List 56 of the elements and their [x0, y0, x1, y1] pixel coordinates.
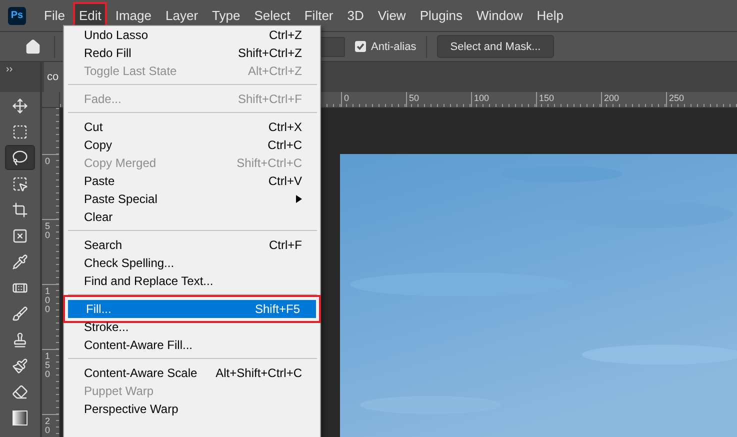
- menu-title[interactable]: Filter: [298, 2, 340, 29]
- menu-title[interactable]: Help: [530, 2, 570, 29]
- lasso-icon: [12, 150, 28, 166]
- frame-icon: [12, 228, 28, 244]
- menu-title[interactable]: Layer: [160, 2, 204, 29]
- selection-icon: [12, 176, 28, 192]
- ruler-label: 250: [669, 93, 684, 103]
- menu-item[interactable]: Content-Aware Fill...: [66, 336, 318, 354]
- ruler-label: 150: [45, 352, 50, 381]
- menu-title[interactable]: Type: [206, 2, 246, 29]
- submenu-arrow-icon: [296, 195, 302, 203]
- menu-item[interactable]: Clear: [66, 208, 318, 226]
- anti-alias-checkbox[interactable]: [355, 41, 366, 52]
- menu-item[interactable]: Redo Fill Shift+Ctrl+Z: [66, 44, 318, 62]
- menu-item[interactable]: Search Ctrl+F: [66, 236, 318, 254]
- menu-title[interactable]: File: [38, 2, 71, 29]
- crop-icon: [12, 202, 28, 218]
- menu-title[interactable]: 3D: [341, 2, 370, 29]
- stamp-icon: [12, 332, 28, 348]
- brush-icon: [12, 358, 28, 374]
- eyedropper-icon: [12, 254, 28, 270]
- move-icon: [12, 98, 28, 114]
- checkbox-label: Anti-alias: [371, 40, 416, 52]
- gradient-icon: [12, 410, 28, 426]
- ruler-label: 0: [344, 93, 350, 103]
- ruler-label: 150: [539, 93, 554, 103]
- menu-item[interactable]: Copy Ctrl+C: [66, 136, 318, 154]
- ruler-label: 100: [45, 287, 50, 316]
- menu-title[interactable]: View: [372, 2, 412, 29]
- ruler-label: 50: [409, 93, 420, 103]
- tool-button[interactable]: [5, 145, 35, 170]
- menu-title[interactable]: Image: [109, 2, 158, 29]
- menu-item[interactable]: Undo Lasso Ctrl+Z: [66, 26, 318, 44]
- menu-item[interactable]: Perspective Warp: [66, 400, 318, 418]
- menu-title[interactable]: Plugins: [414, 2, 468, 29]
- ruler-label: 50: [45, 222, 50, 242]
- menu-item[interactable]: Paste Special: [66, 190, 318, 208]
- marquee-icon: [12, 124, 28, 140]
- menu-title[interactable]: Window: [470, 2, 529, 29]
- collapse-toggle[interactable]: ››: [6, 64, 13, 75]
- app-logo[interactable]: Ps: [8, 6, 26, 24]
- menu-item[interactable]: Content-Aware Scale Alt+Shift+Ctrl+C: [66, 364, 318, 382]
- menu-item[interactable]: Stroke...: [66, 318, 318, 336]
- menu-item[interactable]: Cut Ctrl+X: [66, 118, 318, 136]
- menu-item[interactable]: Paste Ctrl+V: [66, 172, 318, 190]
- menu-item[interactable]: Find and Replace Text...: [66, 272, 318, 290]
- ruler-label: 100: [474, 93, 490, 103]
- brush-icon: [12, 306, 28, 322]
- menu-item[interactable]: Fill... Shift+F5: [68, 300, 316, 318]
- eraser-icon: [12, 384, 28, 400]
- ruler-label: 0: [45, 157, 50, 168]
- menu-title[interactable]: Select: [248, 2, 296, 29]
- select-and-mask-button[interactable]: Select and Mask...: [437, 35, 554, 58]
- ruler-label: 200: [604, 93, 620, 103]
- ruler-label: 20: [45, 417, 50, 437]
- menu-item[interactable]: Check Spelling...: [66, 254, 318, 272]
